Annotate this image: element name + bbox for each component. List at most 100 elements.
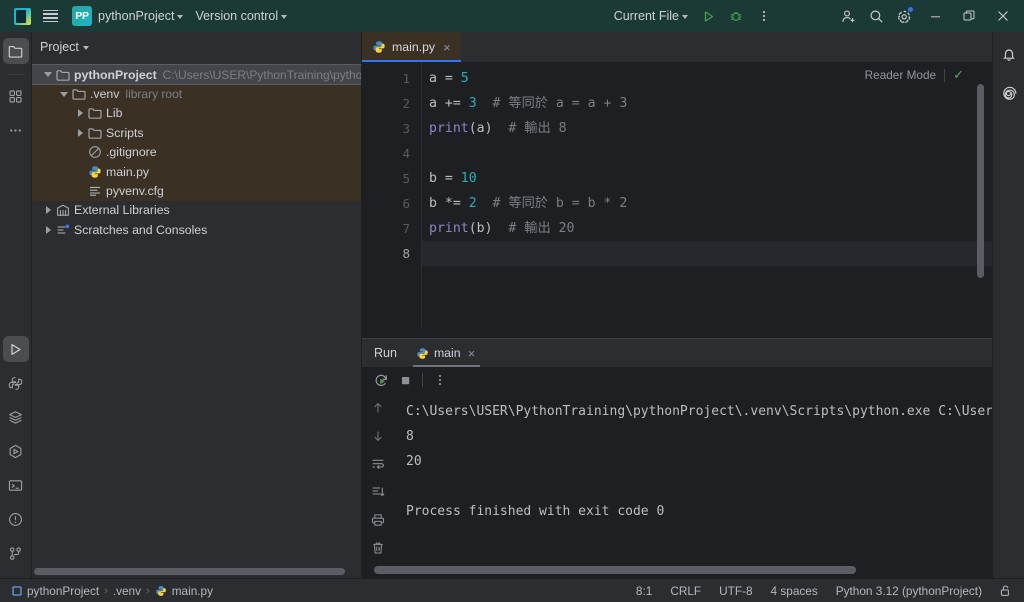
chevron-down-icon[interactable]	[58, 88, 70, 100]
tree-item-external-libraries[interactable]: External Libraries	[32, 201, 361, 220]
services-tool-icon[interactable]	[3, 438, 29, 464]
tree-item-scripts[interactable]: Scripts	[32, 123, 361, 142]
database-tool-icon[interactable]	[3, 404, 29, 430]
rerun-icon[interactable]	[370, 369, 392, 391]
code-line[interactable]	[422, 141, 992, 166]
debug-icon[interactable]	[722, 2, 750, 30]
chevron-down-icon	[83, 46, 89, 50]
breadcrumb-venv[interactable]: .venv	[109, 581, 145, 601]
run-tool-icon[interactable]	[3, 336, 29, 362]
trash-icon[interactable]	[367, 537, 389, 559]
run-panel-title: Run	[372, 346, 407, 360]
close-icon[interactable]: ×	[466, 345, 478, 362]
project-tool-icon[interactable]	[3, 38, 29, 64]
more-vertical-icon[interactable]	[429, 369, 451, 391]
hamburger-menu-icon[interactable]	[36, 2, 64, 30]
search-icon[interactable]	[862, 2, 890, 30]
editor-tab-bar: main.py ×	[362, 32, 992, 62]
code-line[interactable]: print(a) # 輸出 8	[422, 116, 992, 141]
more-tool-icon[interactable]	[3, 117, 29, 143]
chevron-down-icon[interactable]	[42, 69, 54, 81]
code-editor[interactable]: 12345678 a = 5a += 3 # 等同於 a = a + 3prin…	[362, 62, 992, 328]
line-number: 2	[362, 91, 422, 116]
project-name-dropdown[interactable]: pythonProject	[92, 4, 189, 28]
tree-item-scratches-and-consoles[interactable]: Scratches and Consoles	[32, 220, 361, 239]
tree-item-lib[interactable]: Lib	[32, 104, 361, 123]
code-content[interactable]: a = 5a += 3 # 等同於 a = a + 3print(a) # 輸出…	[422, 62, 992, 328]
console-hscrollbar[interactable]	[374, 564, 984, 576]
breadcrumb-main-py[interactable]: main.py	[151, 581, 217, 601]
ai-assistant-icon[interactable]	[996, 80, 1022, 106]
close-icon[interactable]: ×	[441, 39, 453, 56]
editor-hscrollbar[interactable]	[362, 328, 992, 338]
project-panel-hscrollbar[interactable]	[34, 567, 351, 576]
add-account-icon[interactable]	[834, 2, 862, 30]
print-icon[interactable]	[367, 509, 389, 531]
scrollbar-thumb[interactable]	[34, 568, 345, 575]
python-console-tool-icon[interactable]	[3, 370, 29, 396]
code-line[interactable]: b = 10	[422, 166, 992, 191]
run-icon[interactable]	[694, 2, 722, 30]
scroll-to-end-icon[interactable]	[367, 481, 389, 503]
indent-setting[interactable]: 4 spaces	[762, 581, 827, 601]
chevron-down-icon	[281, 15, 287, 19]
stop-icon[interactable]	[394, 369, 416, 391]
tree-item-main-py[interactable]: main.py	[32, 162, 361, 181]
line-separator[interactable]: CRLF	[661, 581, 710, 601]
tree-item-gitignore[interactable]: .gitignore	[32, 143, 361, 162]
soft-wrap-icon[interactable]	[367, 453, 389, 475]
editor-tab-main-py[interactable]: main.py ×	[362, 32, 461, 62]
run-tab-main[interactable]: main ×	[409, 339, 484, 367]
arrow-up-icon[interactable]	[367, 397, 389, 419]
more-vertical-icon[interactable]	[750, 2, 778, 30]
plugins-tool-icon[interactable]	[3, 83, 29, 109]
tree-item-venv[interactable]: .venvlibrary root	[32, 84, 361, 103]
console-line: 20	[406, 449, 992, 474]
arrow-down-icon[interactable]	[367, 425, 389, 447]
run-tab-label: main	[434, 346, 461, 360]
intellij-logo-icon[interactable]	[8, 2, 36, 30]
settings-update-badge	[908, 7, 913, 12]
code-token-com: # 輸出 20	[493, 221, 575, 236]
gitignore-icon	[87, 145, 102, 160]
close-icon[interactable]	[986, 0, 1020, 32]
editor-vscrollbar[interactable]	[977, 84, 984, 320]
chevron-right-icon[interactable]	[42, 204, 54, 216]
project-panel-header[interactable]: Project	[32, 32, 361, 62]
version-control-dropdown[interactable]: Version control	[189, 4, 293, 28]
code-line[interactable]	[422, 241, 992, 266]
minimize-icon[interactable]	[918, 0, 952, 32]
code-line[interactable]: a += 3 # 等同於 a = a + 3	[422, 91, 992, 116]
breadcrumb-separator: ›	[103, 585, 109, 597]
reader-mode-indicator[interactable]: Reader Mode ✓	[865, 67, 964, 83]
caret-position[interactable]: 8:1	[627, 581, 661, 601]
tree-item-pythonproject[interactable]: pythonProjectC:\Users\USER\PythonTrainin…	[32, 65, 361, 84]
chevron-right-icon[interactable]	[74, 127, 86, 139]
gear-icon[interactable]	[890, 2, 918, 30]
project-badge[interactable]: PP	[72, 6, 92, 26]
version-control-tool-icon[interactable]	[3, 540, 29, 566]
tree-item-label: External Libraries	[74, 203, 170, 217]
scrollbar-thumb[interactable]	[374, 566, 856, 574]
chevron-right-icon[interactable]	[74, 107, 86, 119]
code-line[interactable]: b *= 2 # 等同於 b = b * 2	[422, 191, 992, 216]
python-interpreter[interactable]: Python 3.12 (pythonProject)	[827, 581, 991, 601]
breadcrumb-project[interactable]: pythonProject	[8, 581, 103, 601]
unlocked-icon[interactable]	[991, 581, 1016, 601]
tree-item-label: Scripts	[106, 126, 144, 140]
project-tree[interactable]: pythonProjectC:\Users\USER\PythonTrainin…	[32, 62, 361, 578]
problems-tool-icon[interactable]	[3, 506, 29, 532]
code-line[interactable]: print(b) # 輸出 20	[422, 216, 992, 241]
scrollbar-thumb[interactable]	[977, 84, 984, 278]
tree-item-pyvenv-cfg[interactable]: pyvenv.cfg	[32, 181, 361, 200]
file-encoding[interactable]: UTF-8	[710, 581, 761, 601]
inspection-ok-icon[interactable]: ✓	[953, 67, 964, 83]
terminal-tool-icon[interactable]	[3, 472, 29, 498]
maximize-icon[interactable]	[952, 0, 986, 32]
run-configuration-dropdown[interactable]: Current File	[608, 4, 694, 28]
chevron-right-icon[interactable]	[42, 224, 54, 236]
notifications-bell-icon[interactable]	[996, 42, 1022, 68]
editor-area: main.py × 12345678 a = 5a += 3 # 等同於 a =…	[362, 32, 992, 578]
run-console-output[interactable]: C:\Users\USER\PythonTraining\pythonProje…	[394, 393, 992, 564]
breadcrumb-label: pythonProject	[27, 584, 99, 598]
